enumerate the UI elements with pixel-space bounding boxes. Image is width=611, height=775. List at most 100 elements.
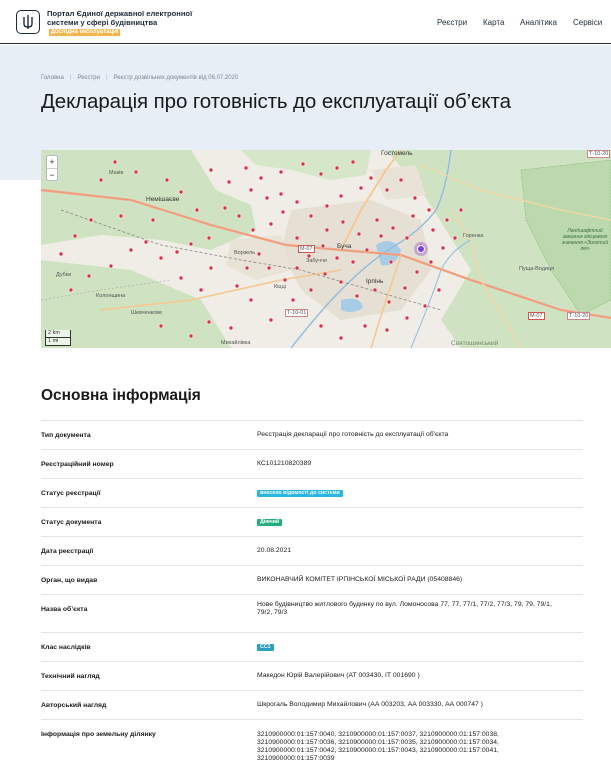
zoom-in-button[interactable]: + xyxy=(47,156,57,168)
map-marker[interactable] xyxy=(308,213,314,219)
map-marker[interactable] xyxy=(143,239,149,245)
map-marker[interactable] xyxy=(208,167,214,173)
map-marker[interactable] xyxy=(290,297,296,303)
map-marker[interactable] xyxy=(256,251,262,257)
map-marker[interactable] xyxy=(268,221,274,227)
map-marker[interactable] xyxy=(362,323,368,329)
map-marker[interactable] xyxy=(422,303,428,309)
zoom-out-button[interactable]: − xyxy=(47,168,57,180)
map-marker[interactable] xyxy=(278,169,284,175)
map-marker[interactable] xyxy=(318,171,324,177)
map-marker[interactable] xyxy=(72,233,78,239)
map-marker[interactable] xyxy=(426,207,432,213)
map-marker[interactable] xyxy=(236,213,242,219)
map-marker[interactable] xyxy=(386,299,392,305)
portal-title[interactable]: Портал Єдиної державної електронної сист… xyxy=(47,9,197,37)
map-marker[interactable] xyxy=(98,177,104,183)
map-marker[interactable] xyxy=(206,319,212,325)
map-marker[interactable] xyxy=(428,259,434,265)
map-marker[interactable] xyxy=(384,327,390,333)
map-marker[interactable] xyxy=(282,277,288,283)
map-marker[interactable] xyxy=(234,283,240,289)
map-marker[interactable] xyxy=(150,217,156,223)
map-marker[interactable] xyxy=(368,175,374,181)
selected-marker[interactable] xyxy=(417,245,425,253)
map-marker[interactable] xyxy=(108,263,114,269)
nav-services[interactable]: Сервіси xyxy=(573,18,602,27)
map-marker[interactable] xyxy=(354,293,360,299)
map-marker[interactable] xyxy=(398,177,404,183)
map-marker[interactable] xyxy=(280,209,286,215)
breadcrumb-home[interactable]: Головна xyxy=(41,75,64,81)
map-marker[interactable] xyxy=(248,297,254,303)
map-marker[interactable] xyxy=(250,227,256,233)
map-marker[interactable] xyxy=(338,335,344,341)
map-marker[interactable] xyxy=(58,251,64,257)
map-marker[interactable] xyxy=(112,159,118,165)
map-marker[interactable] xyxy=(133,169,139,175)
map-marker[interactable] xyxy=(334,255,340,261)
map-marker[interactable] xyxy=(178,275,184,281)
map-marker[interactable] xyxy=(208,265,214,271)
map-marker[interactable] xyxy=(244,265,250,271)
map-marker[interactable] xyxy=(206,235,212,241)
map-marker[interactable] xyxy=(334,165,340,171)
nav-map[interactable]: Карта xyxy=(483,18,504,27)
map-marker[interactable] xyxy=(188,333,194,339)
map-marker[interactable] xyxy=(378,233,384,239)
breadcrumb-registry[interactable]: Реєстр дозвільних документів від 06.07.2… xyxy=(114,75,239,81)
map-marker[interactable] xyxy=(412,195,418,201)
map-marker[interactable] xyxy=(390,225,396,231)
map-view[interactable]: + − 2 km 1 mi Гостомель Немішаєве Маків … xyxy=(41,150,611,348)
nav-analytics[interactable]: Аналітика xyxy=(520,18,557,27)
nav-registries[interactable]: Реєстри xyxy=(437,18,467,27)
map-marker[interactable] xyxy=(458,207,464,213)
map-marker[interactable] xyxy=(226,179,232,185)
map-marker[interactable] xyxy=(340,219,346,225)
marker-layer[interactable] xyxy=(41,150,611,348)
map-marker[interactable] xyxy=(248,187,254,193)
map-marker[interactable] xyxy=(266,265,272,271)
map-marker[interactable] xyxy=(452,235,458,241)
map-marker[interactable] xyxy=(372,287,378,293)
map-marker[interactable] xyxy=(68,287,74,293)
map-marker[interactable] xyxy=(384,187,390,193)
map-marker[interactable] xyxy=(222,205,228,211)
map-marker[interactable] xyxy=(268,317,274,323)
map-marker[interactable] xyxy=(388,259,394,265)
map-marker[interactable] xyxy=(174,249,180,255)
map-marker[interactable] xyxy=(258,175,264,181)
map-marker[interactable] xyxy=(364,247,370,253)
map-marker[interactable] xyxy=(158,323,164,329)
map-marker[interactable] xyxy=(414,269,420,275)
breadcrumb-registries[interactable]: Реєстри xyxy=(77,75,100,81)
map-marker[interactable] xyxy=(436,287,442,293)
map-marker[interactable] xyxy=(402,285,408,291)
map-marker[interactable] xyxy=(264,195,270,201)
trident-logo-icon[interactable] xyxy=(16,10,40,34)
map-marker[interactable] xyxy=(194,207,200,213)
map-marker[interactable] xyxy=(164,177,170,183)
map-marker[interactable] xyxy=(338,193,344,199)
map-marker[interactable] xyxy=(278,191,284,197)
map-marker[interactable] xyxy=(350,259,356,265)
map-marker[interactable] xyxy=(404,315,410,321)
map-marker[interactable] xyxy=(320,243,326,249)
map-marker[interactable] xyxy=(324,203,330,209)
map-marker[interactable] xyxy=(358,185,364,191)
map-marker[interactable] xyxy=(440,245,446,251)
map-marker[interactable] xyxy=(88,217,94,223)
map-marker[interactable] xyxy=(228,325,234,331)
map-marker[interactable] xyxy=(118,213,124,219)
map-marker[interactable] xyxy=(294,265,300,271)
map-marker[interactable] xyxy=(243,165,249,171)
map-marker[interactable] xyxy=(338,279,344,285)
map-marker[interactable] xyxy=(294,199,300,205)
map-marker[interactable] xyxy=(324,227,330,233)
map-marker[interactable] xyxy=(444,217,450,223)
map-marker[interactable] xyxy=(86,273,92,279)
map-marker[interactable] xyxy=(318,323,324,329)
map-marker[interactable] xyxy=(158,255,164,261)
map-marker[interactable] xyxy=(294,235,300,241)
map-marker[interactable] xyxy=(188,241,194,247)
